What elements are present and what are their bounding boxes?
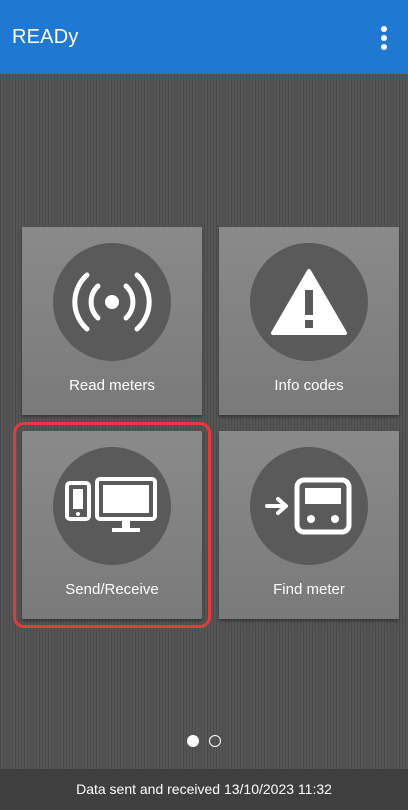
tile-read-meters[interactable]: Read meters	[22, 227, 202, 415]
sync-status-bar: Data sent and received 13/10/2023 11:32	[0, 769, 408, 810]
radio-signal-icon	[72, 272, 152, 332]
tile-send-receive[interactable]: Send/Receive	[13, 422, 211, 628]
devices-icon	[65, 477, 157, 532]
sync-status-text: Data sent and received 13/10/2023 11:32	[76, 781, 332, 797]
page-dot-active[interactable]	[187, 735, 199, 747]
app-screen: READy Read meters Info codes Send/Receiv…	[0, 0, 408, 810]
page-dot-inactive[interactable]	[209, 735, 221, 747]
tile-icon-circle	[53, 447, 171, 565]
tile-label-find-meter: Find meter	[273, 581, 345, 598]
tile-icon-circle	[250, 447, 368, 565]
more-vert-icon	[381, 26, 387, 50]
overflow-menu-button[interactable]	[364, 18, 404, 58]
warning-triangle-icon	[271, 269, 347, 335]
tile-label-send-receive: Send/Receive	[65, 581, 159, 598]
tile-icon-circle	[250, 243, 368, 361]
tile-icon-circle	[53, 243, 171, 361]
app-bar: READy	[0, 0, 408, 74]
tile-find-meter[interactable]: Find meter	[219, 431, 399, 619]
tile-label-read-meters: Read meters	[69, 377, 155, 394]
tile-info-codes[interactable]: Info codes	[219, 227, 399, 415]
page-indicator	[0, 735, 408, 751]
find-meter-icon	[265, 477, 352, 535]
tile-label-info-codes: Info codes	[274, 377, 344, 394]
app-title: READy	[12, 26, 79, 48]
